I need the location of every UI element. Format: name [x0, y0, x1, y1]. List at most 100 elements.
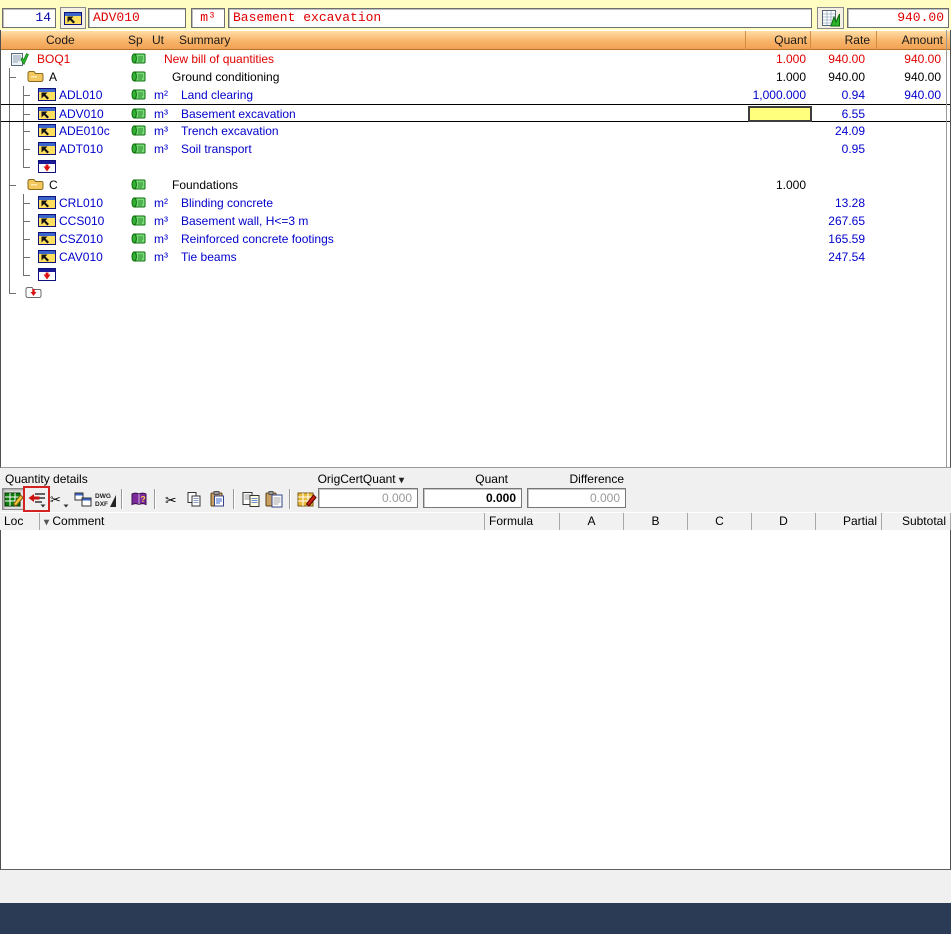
- row-rate: 6.55: [841, 107, 865, 121]
- qd-col-header-c[interactable]: C: [688, 513, 752, 531]
- boq-row[interactable]: ADT010 m³ Soil transport 0.95: [1, 140, 950, 158]
- row-summary: Reinforced concrete footings: [181, 232, 334, 246]
- help-book-button[interactable]: ?: [127, 488, 150, 510]
- toolbar-separator: [154, 489, 156, 509]
- item-icon: [38, 107, 56, 120]
- tree-dash: [23, 239, 30, 240]
- difference-label: Difference: [569, 472, 624, 486]
- qd-col-header-d[interactable]: D: [752, 513, 816, 531]
- boq-row[interactable]: [1, 266, 950, 284]
- scroll-icon: [131, 89, 146, 101]
- item-amount-field[interactable]: 940.00: [847, 8, 949, 28]
- chevron-down-icon[interactable]: ▾: [44, 517, 49, 528]
- qd-col-header-subtotal[interactable]: Subtotal: [882, 513, 951, 531]
- col-header-sp[interactable]: Sp: [128, 33, 143, 47]
- qd-col-header-a[interactable]: A: [560, 513, 624, 531]
- boq-rows: BOQ1 New bill of quantities 1.000 940.00 940…: [1, 50, 950, 302]
- item-icon: [38, 88, 56, 101]
- col-header-summary[interactable]: Summary: [179, 33, 230, 47]
- row-unit: m³: [154, 107, 168, 121]
- insert-lines-icon: [27, 491, 47, 508]
- quantity-lines-table[interactable]: [0, 530, 951, 870]
- row-number-field[interactable]: 14: [2, 8, 56, 28]
- row-rate: 247.54: [828, 250, 865, 264]
- tree-dash: [9, 293, 16, 294]
- boq-row-root[interactable]: BOQ1 New bill of quantities 1.000 940.00 940…: [1, 50, 950, 68]
- col-header-quant[interactable]: Quant: [701, 33, 807, 47]
- col-header-amount[interactable]: Amount: [873, 33, 943, 47]
- tree-dash: [23, 221, 30, 222]
- quant-edit-cell[interactable]: [748, 106, 812, 122]
- boq-row[interactable]: CSZ010 m³ Reinforced concrete footings 165.…: [1, 230, 950, 248]
- dwg-dxf-icon: DWG DXF: [95, 491, 117, 508]
- cut-button[interactable]: ✂: [160, 488, 183, 510]
- folder-icon[interactable]: [27, 70, 44, 83]
- pane-edge-line: [946, 30, 947, 467]
- row-quant: 1.000: [775, 70, 806, 84]
- qd-col-header-partial[interactable]: Partial: [816, 513, 882, 531]
- tree-dash: [9, 77, 16, 78]
- copy-icon: [185, 491, 205, 508]
- dwg-dxf-button[interactable]: DWG DXF: [94, 488, 117, 510]
- row-quant: 1.000: [775, 178, 806, 192]
- item-icon: [38, 250, 56, 263]
- paste-button[interactable]: [206, 488, 229, 510]
- copy-cells-icon: [73, 491, 93, 508]
- boq-row[interactable]: ADL010 m² Land clearing 1,000.000 0.94 940.00: [1, 86, 950, 104]
- row-code: A: [49, 70, 58, 84]
- qd-col-header-comment[interactable]: ▾ Comment: [40, 513, 485, 531]
- open-item-button[interactable]: [60, 7, 86, 29]
- calc-sheet-button[interactable]: [817, 7, 844, 29]
- boq-row[interactable]: ADE010c m³ Trench excavation 24.09: [1, 122, 950, 140]
- col-header-ut[interactable]: Ut: [152, 33, 164, 47]
- paste-lines-icon: [264, 490, 284, 508]
- qd-col-header-b[interactable]: B: [624, 513, 688, 531]
- split-lines-button[interactable]: ✂: [48, 488, 71, 510]
- col-header-code[interactable]: Code: [46, 33, 75, 47]
- boq-row-chapter[interactable]: A Ground conditioning 1.000 940.00 940.00: [1, 68, 950, 86]
- item-unit-field[interactable]: m³: [191, 8, 225, 28]
- copy-cells-button[interactable]: [71, 488, 94, 510]
- boq-column-headers: Code Sp Ut Summary Quant Rate Amount: [1, 30, 950, 50]
- boq-row[interactable]: ADV010 m³ Basement excavation 6.55: [1, 104, 950, 122]
- chevron-down-icon[interactable]: ▾: [399, 475, 404, 486]
- item-summary-field[interactable]: Basement excavation: [228, 8, 812, 28]
- insert-lines-button[interactable]: [25, 488, 48, 510]
- quant-input[interactable]: 0.000: [423, 488, 522, 508]
- boq-row[interactable]: [1, 284, 950, 302]
- row-code: CRL010: [59, 196, 104, 210]
- row-code: C: [49, 178, 58, 192]
- boq-row-chapter[interactable]: C Foundations 1.000: [1, 176, 950, 194]
- qd-col-header-formula[interactable]: Formula: [485, 513, 560, 531]
- item-icon: [38, 214, 56, 227]
- row-summary: Trench excavation: [181, 124, 279, 138]
- quant-label: Quant: [475, 472, 508, 486]
- copy-button[interactable]: [183, 488, 206, 510]
- svg-text:✂: ✂: [50, 493, 61, 508]
- cut-icon: ✂: [162, 491, 182, 508]
- boq-row[interactable]: CRL010 m² Blinding concrete 13.28: [1, 194, 950, 212]
- scroll-icon: [131, 215, 146, 227]
- quantity-toolbar: ✂ DWG DXF? ✂: [2, 487, 318, 511]
- toolbar-separator: [233, 489, 235, 509]
- row-rate: 165.59: [828, 232, 865, 246]
- boq-row[interactable]: CCS010 m³ Basement wall, H<=3 m 267.65: [1, 212, 950, 230]
- qd-col-header-loc[interactable]: Loc: [0, 513, 40, 531]
- measurement-edit-button[interactable]: [2, 488, 25, 510]
- boq-row[interactable]: CAV010 m³ Tie beams 247.54: [1, 248, 950, 266]
- folder-icon[interactable]: [27, 178, 44, 191]
- row-summary: Ground conditioning: [172, 70, 280, 84]
- difference-input[interactable]: 0.000: [527, 488, 626, 508]
- temp-measurement-icon: [297, 491, 317, 508]
- col-header-rate[interactable]: Rate: [813, 33, 870, 47]
- origcertquant-label[interactable]: OrigCertQuant ▾: [300, 472, 404, 486]
- temp-measurement-button[interactable]: [295, 488, 318, 510]
- boq-document-icon[interactable]: [11, 52, 29, 66]
- tree-dash: [23, 95, 30, 96]
- copy-lines-button[interactable]: [239, 488, 262, 510]
- boq-row[interactable]: [1, 158, 950, 176]
- paste-lines-button[interactable]: [262, 488, 285, 510]
- origcertquant-input[interactable]: 0.000: [318, 488, 418, 508]
- svg-text:DXF: DXF: [95, 501, 108, 508]
- item-code-field[interactable]: ADV010: [88, 8, 186, 28]
